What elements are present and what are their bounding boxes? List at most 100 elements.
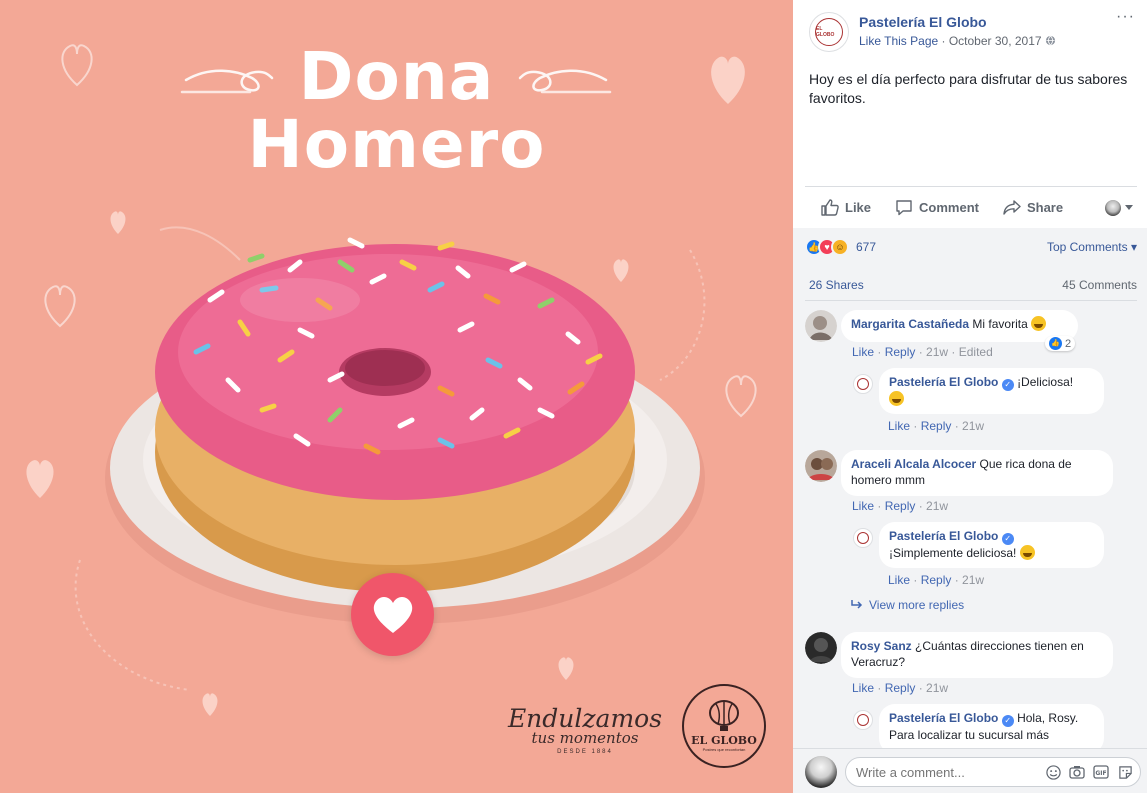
react-as-selector[interactable] — [1105, 199, 1133, 216]
reactions-row: 👍 ♥ ☺ 677 Top Comments ▾ — [805, 238, 1137, 256]
slogan-since: DESDE 1884 — [557, 749, 613, 755]
balloon-icon — [709, 700, 739, 731]
comment-like-link[interactable]: Like — [852, 499, 874, 513]
shares-count[interactable]: 26 Shares — [809, 278, 864, 292]
comment-like-count: 2 — [1065, 337, 1072, 350]
comment-actions: Like · Reply · 21w — [852, 499, 949, 513]
comment-actions: Like · Reply · 21w — [852, 681, 949, 695]
viewer-avatar — [805, 756, 837, 788]
comment-bubble: Rosy Sanz ¿Cuántas direcciones tienen en… — [841, 632, 1113, 678]
comment-like-link[interactable]: Like — [852, 681, 874, 695]
el-globo-logo: EL GLOBO Postres que reconfortan — [682, 684, 766, 768]
share-button-label: Share — [1026, 200, 1064, 215]
post-action-bar: Like Comment Share — [805, 186, 1137, 228]
smiling-emoji-icon — [1019, 545, 1035, 560]
reply-author[interactable]: Pastelería El Globo — [889, 711, 998, 725]
svg-text:GIF: GIF — [1095, 770, 1106, 777]
comment-like-link[interactable]: Like — [852, 345, 874, 359]
reply-like-link[interactable]: Like — [888, 573, 910, 587]
top-comments-filter[interactable]: Top Comments ▾ — [1047, 240, 1137, 254]
verified-badge-icon: ✓ — [1001, 533, 1014, 545]
haha-reaction-icon: ☺ — [831, 238, 849, 256]
gif-icon[interactable]: GIF — [1093, 764, 1109, 780]
reply-author[interactable]: Pastelería El Globo — [889, 529, 998, 543]
reply-arrow-icon — [851, 600, 863, 609]
reply-author[interactable]: Pastelería El Globo — [889, 375, 998, 389]
comment-time[interactable]: 21w — [926, 681, 948, 695]
comment-time[interactable]: 21w — [926, 345, 948, 359]
reply-like-link[interactable]: Like — [888, 419, 910, 433]
avatar[interactable] — [853, 528, 873, 548]
comment-actions: Like · Reply · 21w · Edited — [852, 345, 993, 359]
reply-bubble: Pastelería El Globo ✓ ¡Deliciosa! — [879, 368, 1104, 414]
page-avatar-logo: EL GLOBO — [815, 18, 843, 46]
comment-author[interactable]: Araceli Alcala Alcocer — [851, 457, 976, 471]
comment-like-badge[interactable]: 👍 2 — [1045, 336, 1076, 351]
avatar[interactable] — [805, 310, 837, 342]
comment-reply-link[interactable]: Reply — [885, 681, 916, 695]
post-text: Hoy es el día perfecto para disfrutar de… — [809, 71, 1128, 106]
comment-time[interactable]: 21w — [926, 499, 948, 513]
comment-bubble: Margarita Castañeda Mi favorita — [841, 310, 1078, 342]
reply-text: ¡Deliciosa! — [1017, 375, 1074, 389]
grinning-emoji-icon — [1031, 316, 1047, 331]
comment-icon — [896, 200, 912, 216]
post-options-button[interactable]: ··· — [1116, 8, 1135, 26]
reply-actions: Like · Reply · 21w — [888, 573, 985, 587]
like-button-label: Like — [845, 200, 872, 215]
reply-reply-link[interactable]: Reply — [921, 419, 952, 433]
comment-author[interactable]: Margarita Castañeda — [851, 317, 969, 331]
comment-author[interactable]: Rosy Sanz — [851, 639, 912, 653]
globe-icon — [1045, 35, 1056, 46]
caret-down-icon — [1125, 204, 1133, 210]
reply-reply-link[interactable]: Reply — [921, 573, 952, 587]
share-icon — [1003, 200, 1021, 215]
verified-badge-icon: ✓ — [1001, 379, 1014, 391]
comment-input-tools: GIF — [1045, 764, 1133, 780]
comments-count[interactable]: 45 Comments — [1062, 278, 1137, 292]
logo-text: EL GLOBO — [691, 734, 757, 747]
avatar[interactable] — [805, 450, 837, 482]
like-button[interactable]: Like — [821, 199, 871, 216]
camera-icon[interactable] — [1069, 764, 1085, 780]
reactions-count[interactable]: 677 — [856, 240, 876, 254]
viewer-avatar — [1105, 199, 1121, 216]
reply-bubble: Pastelería El Globo ✓ Hola, Rosy. Para l… — [879, 704, 1104, 748]
comment-text: Mi favorita — [972, 317, 1028, 331]
avatar[interactable] — [805, 632, 837, 664]
view-more-replies-link[interactable]: View more replies — [851, 598, 964, 612]
comment-bubble: Araceli Alcala Alcocer Que rica dona de … — [841, 450, 1113, 496]
post-header: EL GLOBO Pastelería El Globo Like This P… — [809, 8, 1137, 52]
reply-time[interactable]: 21w — [962, 573, 984, 587]
like-reaction-icon: 👍 — [1049, 337, 1062, 350]
post-photo[interactable]: Dona Homero Endulzamos tus momentos DESD… — [0, 0, 793, 793]
image-title-line2: Homero — [247, 106, 546, 183]
grinning-emoji-icon — [889, 391, 904, 406]
reaction-icons[interactable]: 👍 ♥ ☺ — [805, 238, 849, 256]
sticker-icon[interactable] — [1117, 764, 1133, 780]
avatar[interactable] — [853, 710, 873, 730]
comment-reply-link[interactable]: Reply — [885, 345, 916, 359]
reply-bubble: Pastelería El Globo ✓ ¡Simplemente delic… — [879, 522, 1104, 568]
logo-subtext: Postres que reconfortan — [702, 747, 746, 752]
write-comment-bar: GIF — [793, 748, 1147, 793]
heart-icon — [373, 596, 412, 633]
brand-slogan: Endulzamos tus momentos DESDE 1884 — [500, 704, 670, 755]
post-meta: Like This Page · October 30, 2017 — [859, 34, 1056, 48]
comment-button-label: Comment — [919, 200, 979, 215]
share-button[interactable]: Share — [1003, 199, 1063, 216]
post-side-panel: EL GLOBO Pastelería El Globo Like This P… — [793, 0, 1147, 793]
divider — [805, 300, 1137, 301]
post-date[interactable]: October 30, 2017 — [949, 34, 1042, 48]
reply-time[interactable]: 21w — [962, 419, 984, 433]
page-name-link[interactable]: Pastelería El Globo — [859, 14, 987, 30]
page-avatar[interactable]: EL GLOBO — [809, 12, 849, 52]
comment-button[interactable]: Comment — [895, 199, 979, 216]
like-page-link[interactable]: Like This Page — [859, 34, 938, 48]
avatar[interactable] — [853, 374, 873, 394]
emoji-picker-icon[interactable] — [1045, 764, 1061, 780]
reply-actions: Like · Reply · 21w — [888, 419, 985, 433]
reply-text: ¡Simplemente deliciosa! — [889, 546, 1017, 560]
comment-reply-link[interactable]: Reply — [885, 499, 916, 513]
love-reaction-badge — [351, 573, 434, 656]
